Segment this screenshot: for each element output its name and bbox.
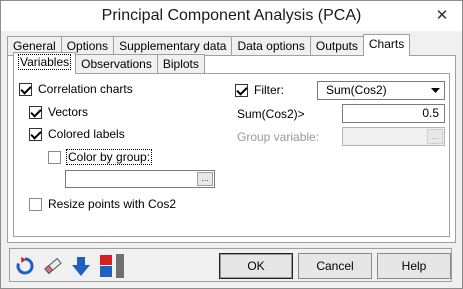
vectors-checkbox[interactable]: Vectors — [29, 105, 88, 119]
chevron-down-icon — [427, 83, 443, 98]
resize-points-checkbox[interactable]: Resize points with Cos2 — [29, 197, 176, 211]
help-button[interactable]: Help — [377, 253, 451, 279]
tab-supplementary-data[interactable]: Supplementary data — [113, 36, 233, 56]
subtab-variables-label: Variables — [17, 54, 72, 70]
subtab-biplots[interactable]: Biplots — [156, 54, 205, 74]
tab-outputs[interactable]: Outputs — [309, 36, 364, 56]
reset-icon — [16, 257, 34, 275]
pca-dialog: Principal Component Analysis (PCA) ✕ Gen… — [0, 0, 463, 289]
down-arrow-icon — [72, 257, 90, 276]
close-icon: ✕ — [435, 7, 449, 24]
reset-button[interactable] — [12, 253, 38, 279]
checkbox-box — [48, 150, 61, 164]
sumcos2-value: 0.5 — [422, 106, 439, 120]
checkbox-box — [19, 82, 32, 96]
sumcos2-label: Sum(Cos2)> — [237, 107, 305, 121]
tab-data-options[interactable]: Data options — [231, 36, 311, 56]
colors-button[interactable] — [96, 253, 130, 279]
checkbox-box — [29, 105, 42, 119]
vectors-label: Vectors — [48, 105, 89, 119]
tab-charts[interactable]: Charts — [362, 34, 411, 56]
dialog-button-bar: OK Cancel Help — [9, 248, 452, 282]
filter-select[interactable]: Sum(Cos2) — [317, 81, 445, 100]
subtab-variables[interactable]: Variables — [13, 52, 77, 74]
filter-checkbox[interactable]: Filter: — [235, 83, 284, 97]
cancel-button[interactable]: Cancel — [298, 253, 372, 279]
erase-button[interactable] — [40, 253, 66, 279]
colored-labels-checkbox[interactable]: Colored labels — [29, 127, 125, 141]
sumcos2-input[interactable]: 0.5 — [342, 104, 445, 123]
window-title: Principal Component Analysis (PCA) — [101, 7, 362, 24]
ok-button[interactable]: OK — [219, 253, 293, 279]
group-variable-browse-button[interactable]: ... — [427, 129, 443, 144]
color-by-group-checkbox[interactable]: Color by group: — [48, 149, 153, 165]
close-button[interactable]: ✕ — [428, 5, 456, 25]
move-down-button[interactable] — [68, 253, 94, 279]
eraser-icon — [44, 257, 62, 275]
subtab-observations[interactable]: Observations — [75, 54, 158, 74]
checkbox-box — [29, 127, 42, 141]
color-by-group-browse-button[interactable]: ... — [197, 172, 213, 186]
correlation-charts-checkbox[interactable]: Correlation charts — [19, 82, 133, 96]
checkbox-box — [29, 197, 42, 211]
correlation-charts-label: Correlation charts — [38, 82, 133, 96]
group-variable-field[interactable]: ... — [342, 127, 445, 146]
chart-subtabs: Variables Observations Biplots — [13, 52, 205, 74]
filter-label: Filter: — [254, 83, 284, 97]
title-bar: Principal Component Analysis (PCA) ✕ — [1, 1, 462, 31]
filter-select-value: Sum(Cos2) — [326, 83, 387, 97]
colored-labels-label: Colored labels — [48, 127, 125, 141]
color-by-group-field[interactable]: ... — [65, 170, 215, 188]
resize-points-label: Resize points with Cos2 — [48, 197, 177, 211]
group-variable-label: Group variable: — [237, 130, 320, 144]
color-by-group-label: Color by group: — [65, 149, 153, 165]
color-flags-icon — [100, 254, 124, 278]
checkbox-box — [235, 83, 248, 97]
